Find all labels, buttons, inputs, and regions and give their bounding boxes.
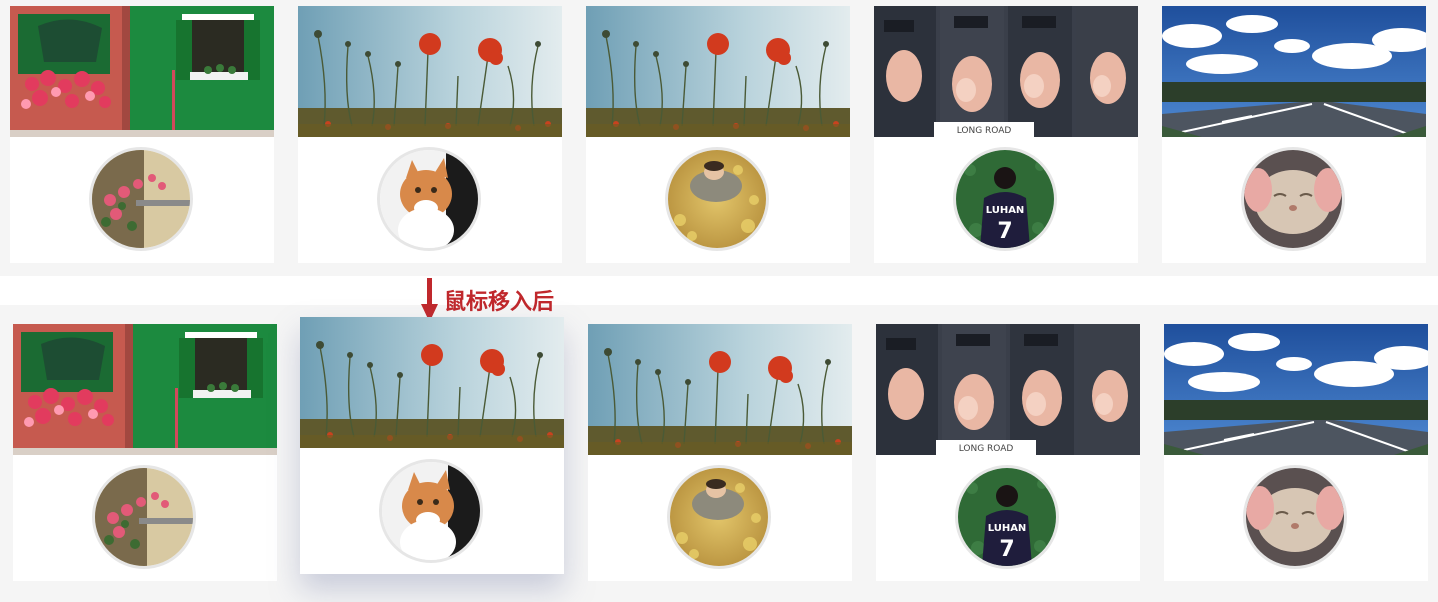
card-4[interactable]: [876, 324, 1140, 581]
card-3[interactable]: [588, 324, 852, 581]
cover-image: [876, 324, 1140, 455]
avatar: [1246, 468, 1344, 566]
card-3[interactable]: [586, 6, 850, 263]
cover-image: [1162, 6, 1426, 137]
avatar: [956, 150, 1054, 248]
cover-image: [300, 317, 564, 448]
card-1[interactable]: [10, 6, 274, 263]
cover-image: [586, 6, 850, 137]
card-5[interactable]: [1162, 6, 1426, 263]
avatar: [958, 468, 1056, 566]
avatar: [95, 468, 193, 566]
cover-image: [298, 6, 562, 137]
card-5[interactable]: [1164, 324, 1428, 581]
card-1[interactable]: [13, 324, 277, 581]
avatar: [670, 468, 768, 566]
annotation-label: 鼠标移入后: [444, 290, 555, 315]
cover-image: [874, 6, 1138, 137]
cover-image: [13, 324, 277, 455]
card-4[interactable]: [874, 6, 1138, 263]
cover-image: [588, 324, 852, 455]
avatar: [1244, 150, 1342, 248]
cover-image: [1164, 324, 1428, 455]
card-2[interactable]: [298, 6, 562, 263]
cover-image: [10, 6, 274, 137]
card-2-hovered[interactable]: [300, 317, 564, 574]
avatar: [380, 150, 478, 248]
avatar: [92, 150, 190, 248]
avatar: [668, 150, 766, 248]
avatar: [382, 462, 480, 560]
